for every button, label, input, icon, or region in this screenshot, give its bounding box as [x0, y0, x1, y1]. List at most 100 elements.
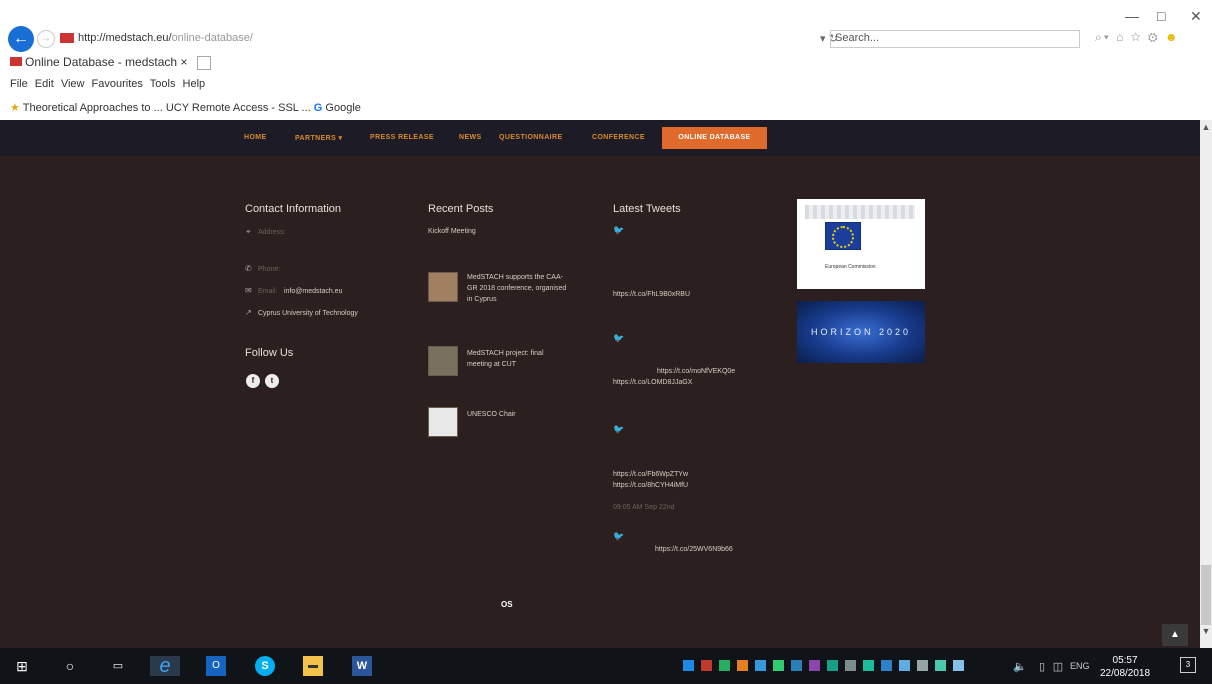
- follow-heading: Follow Us: [245, 347, 294, 359]
- nav-conference[interactable]: CONFERENCE: [592, 134, 645, 141]
- search-dropdown-icon[interactable]: ⌕▾: [1095, 30, 1111, 44]
- tray-app-icon[interactable]: [899, 660, 910, 671]
- windows-start-icon[interactable]: ⊞: [12, 656, 32, 676]
- university-link[interactable]: Cyprus University of Technology: [258, 308, 358, 319]
- smiley-feedback-icon[interactable]: ☻: [1165, 30, 1180, 44]
- minimize-icon[interactable]: —: [1125, 8, 1139, 24]
- tray-app-icon[interactable]: [845, 660, 856, 671]
- url-host: http://medstach.eu/: [78, 32, 172, 44]
- favourite-link-2[interactable]: UCY Remote Access - SSL ...: [166, 102, 311, 114]
- nav-press-release[interactable]: PRESS RELEASE: [370, 134, 434, 141]
- browser-chrome: — □ ✕ ← → http://medstach.eu/online-data…: [0, 0, 1212, 120]
- close-window-icon[interactable]: ✕: [1190, 8, 1202, 25]
- post-thumbnail[interactable]: [428, 407, 458, 437]
- copyright: OS: [497, 600, 513, 609]
- tray-app-icon[interactable]: [809, 660, 820, 671]
- post-thumbnail[interactable]: [428, 272, 458, 302]
- tray-app-icon[interactable]: [953, 660, 964, 671]
- tweet-link[interactable]: https://t.co/FhL9B0xRBU: [613, 289, 690, 300]
- tweet-link[interactable]: https://t.co/Fb6WpZTYw: [613, 469, 688, 480]
- tab-close-icon[interactable]: ×: [180, 55, 187, 69]
- nav-news[interactable]: NEWS: [459, 134, 482, 141]
- tray-app-icon[interactable]: [863, 660, 874, 671]
- tray-app-icon[interactable]: [791, 660, 802, 671]
- tray-app-icon[interactable]: [683, 660, 694, 671]
- browser-tools: ⌕▾ ⌂ ☆ ⚙ ☻: [1095, 30, 1180, 45]
- location-icon: ⌖: [246, 227, 251, 236]
- scrollbar-thumb[interactable]: [1201, 565, 1211, 625]
- favorites-star-icon[interactable]: ☆: [1131, 30, 1143, 44]
- back-button[interactable]: ←: [8, 26, 34, 52]
- ec-building-graphic: [805, 205, 915, 219]
- twitter-bird-icon: 🐦: [613, 333, 625, 343]
- tweet-link[interactable]: https://t.co/moNfVEKQ0e: [657, 366, 735, 377]
- latest-tweets-heading: Latest Tweets: [613, 203, 681, 215]
- nav-partners[interactable]: PARTNERS ▾: [295, 134, 342, 142]
- menu-tools[interactable]: Tools: [150, 78, 176, 90]
- menu-file[interactable]: File: [10, 78, 28, 90]
- address-bar[interactable]: http://medstach.eu/online-database/: [60, 32, 830, 48]
- tray-app-icon[interactable]: [755, 660, 766, 671]
- nav-home[interactable]: HOME: [244, 134, 267, 141]
- tweet-link[interactable]: https://t.co/LOMD8JJaGX: [613, 377, 692, 388]
- tray-app-icon[interactable]: [917, 660, 928, 671]
- forward-button[interactable]: →: [37, 30, 55, 48]
- nav-questionnaire[interactable]: QUESTIONNAIRE: [499, 134, 563, 141]
- network-icon[interactable]: ◫: [1048, 657, 1068, 677]
- cortana-search-icon[interactable]: ○: [60, 656, 80, 676]
- external-link-icon: ↗: [245, 308, 252, 317]
- favourite-link-3[interactable]: Google: [325, 102, 360, 114]
- twitter-icon[interactable]: t: [265, 374, 279, 388]
- menu-help[interactable]: Help: [183, 78, 206, 90]
- post-thumbnail[interactable]: [428, 346, 458, 376]
- action-center-icon[interactable]: 3: [1180, 657, 1196, 673]
- post-title[interactable]: GR 2018 conference, organised: [467, 283, 566, 294]
- search-input[interactable]: Search...: [830, 30, 1080, 48]
- google-icon: G: [313, 102, 323, 114]
- clock-date: 22/08/2018: [1100, 668, 1151, 679]
- skype-icon[interactable]: S: [255, 656, 275, 676]
- menu-view[interactable]: View: [61, 78, 85, 90]
- tweet-link[interactable]: https://t.co/25WV6N9b66: [655, 544, 733, 555]
- file-explorer-icon[interactable]: ▬: [303, 656, 323, 676]
- tray-app-icon[interactable]: [881, 660, 892, 671]
- settings-gear-icon[interactable]: ⚙: [1148, 30, 1160, 44]
- tray-app-icon[interactable]: [935, 660, 946, 671]
- input-language[interactable]: ENG: [1070, 661, 1090, 671]
- tray-app-icon[interactable]: [827, 660, 838, 671]
- new-tab-button[interactable]: [196, 55, 211, 70]
- tray-app-icon[interactable]: [773, 660, 784, 671]
- post-title[interactable]: UNESCO Chair: [467, 409, 516, 420]
- post-title[interactable]: in Cyprus: [467, 294, 497, 305]
- tray-app-icon[interactable]: [737, 660, 748, 671]
- facebook-icon[interactable]: f: [246, 374, 260, 388]
- outlook-icon[interactable]: O: [206, 656, 226, 676]
- favourite-link-1[interactable]: Theoretical Approaches to ...: [23, 102, 163, 114]
- favourites-bar: ★ Theoretical Approaches to ... UCY Remo…: [10, 101, 361, 114]
- task-view-icon[interactable]: ▭: [108, 656, 128, 676]
- back-to-top-button[interactable]: ▲: [1162, 624, 1188, 646]
- post-title-kickoff[interactable]: Kickoff Meeting: [428, 226, 476, 237]
- home-icon[interactable]: ⌂: [1116, 30, 1125, 44]
- horizon-2020-logo: HORIZON 2020: [797, 301, 925, 363]
- post-title[interactable]: meeting at CUT: [467, 359, 516, 370]
- site-navbar: HOME PARTNERS ▾ PRESS RELEASE NEWS QUEST…: [0, 120, 1200, 156]
- favourites-star-icon[interactable]: ★: [10, 102, 20, 114]
- nav-online-database[interactable]: ONLINE DATABASE: [662, 127, 767, 149]
- menu-edit[interactable]: Edit: [35, 78, 54, 90]
- tweet-link[interactable]: https://t.co/8hCYH4iMfU: [613, 480, 688, 491]
- word-icon[interactable]: W: [352, 656, 372, 676]
- tray-app-icon[interactable]: [719, 660, 730, 671]
- speaker-icon[interactable]: 🔈: [1010, 657, 1030, 677]
- maximize-icon[interactable]: □: [1157, 8, 1165, 24]
- email-value[interactable]: info@medstach.eu: [284, 286, 342, 297]
- post-title[interactable]: MedSTACH project: final: [467, 348, 544, 359]
- tray-app-icon[interactable]: [701, 660, 712, 671]
- system-clock[interactable]: 05:57 22/08/2018: [1100, 654, 1150, 680]
- internet-explorer-icon[interactable]: e: [150, 656, 180, 676]
- scroll-up-icon[interactable]: ▲: [1200, 122, 1212, 132]
- scroll-down-icon[interactable]: ▼: [1200, 626, 1212, 636]
- browser-tab[interactable]: Online Database - medstach ×: [10, 55, 215, 73]
- post-title[interactable]: MedSTACH supports the CAA-: [467, 272, 563, 283]
- menu-favourites[interactable]: Favourites: [92, 78, 143, 90]
